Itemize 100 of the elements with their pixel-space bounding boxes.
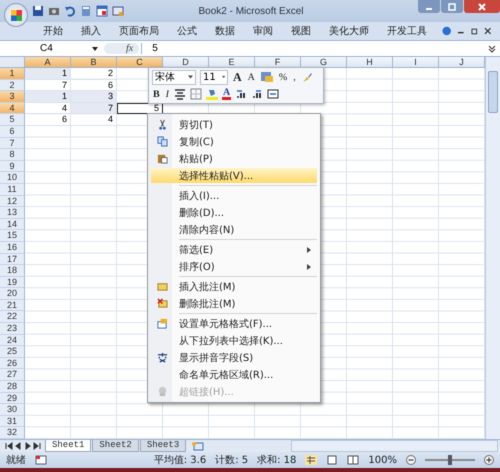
sheet-tab[interactable]: Sheet1	[45, 440, 92, 452]
page-break-icon[interactable]	[347, 455, 360, 465]
form-icon[interactable]	[112, 5, 124, 17]
menu-item[interactable]: 删除(D)...	[150, 204, 318, 221]
bold-button[interactable]: B	[152, 88, 161, 100]
macro-record-icon[interactable]	[35, 455, 47, 465]
close-icon[interactable]	[484, 27, 492, 35]
column-header[interactable]: D	[163, 57, 209, 68]
menu-item[interactable]: 粘贴(P)	[150, 150, 318, 167]
row-header[interactable]: 21	[0, 300, 25, 312]
row-header[interactable]: 32	[0, 427, 25, 439]
comma-button[interactable]: ,	[292, 72, 297, 82]
decrease-decimal-icon[interactable]	[251, 88, 264, 100]
office-button[interactable]	[4, 3, 28, 27]
row-header[interactable]: 13	[0, 207, 25, 219]
insert-function-button[interactable]: fx	[104, 43, 140, 54]
fill-color-icon[interactable]	[206, 88, 218, 100]
undo-icon[interactable]	[64, 5, 76, 17]
row-header[interactable]: 30	[0, 404, 25, 416]
row-header[interactable]: 8	[0, 149, 25, 161]
row-header[interactable]: 14	[0, 218, 25, 230]
vertical-scrollbar[interactable]	[485, 57, 500, 439]
ribbon-tab[interactable]: 视图	[282, 24, 320, 38]
align-center-icon[interactable]	[174, 88, 186, 100]
row-header[interactable]: 4	[0, 102, 25, 114]
zoom-in-icon[interactable]	[484, 455, 494, 465]
merge-cells-icon[interactable]	[267, 88, 280, 100]
minimize-button[interactable]	[418, 0, 440, 13]
menu-item[interactable]: 筛选(E)	[150, 241, 318, 258]
column-header[interactable]: A	[25, 57, 71, 68]
row-header[interactable]: 17	[0, 254, 25, 266]
name-box[interactable]: C4	[0, 43, 92, 54]
ribbon-tab[interactable]: 开始	[34, 24, 72, 38]
row-header[interactable]: 16	[0, 242, 25, 254]
new-sheet-icon[interactable]	[191, 441, 206, 451]
brush-icon[interactable]	[300, 71, 313, 83]
row-header[interactable]: 9	[0, 160, 25, 172]
formula-field[interactable]: 5	[141, 43, 488, 54]
expand-icon[interactable]	[488, 44, 496, 52]
row-header[interactable]: 25	[0, 346, 25, 358]
row-header[interactable]: 7	[0, 138, 25, 150]
ribbon-tab[interactable]: 页面布局	[110, 24, 168, 38]
ribbon-tab[interactable]: 审阅	[244, 24, 282, 38]
increase-decimal-icon[interactable]	[235, 88, 248, 100]
menu-item[interactable]: 插入批注(M)	[150, 278, 318, 295]
row-header[interactable]: 20	[0, 288, 25, 300]
sheet-tab[interactable]: Sheet3	[140, 440, 186, 452]
ribbon-tab[interactable]: 美化大师	[320, 24, 378, 38]
close-button[interactable]	[464, 0, 500, 13]
font-field[interactable]: 宋体	[152, 70, 196, 84]
menu-item[interactable]: 复制(C)	[150, 133, 318, 150]
zoom-slider[interactable]	[448, 455, 452, 465]
row-header[interactable]: 24	[0, 334, 25, 346]
grow-font-button[interactable]: A	[232, 70, 243, 84]
restore-icon[interactable]	[470, 27, 478, 35]
row-header[interactable]: 31	[0, 416, 25, 428]
format-icon[interactable]	[260, 71, 274, 83]
menu-item[interactable]: 命名单元格区域(R)...	[150, 366, 318, 383]
row-header[interactable]: 26	[0, 358, 25, 370]
menu-item[interactable]: 设置单元格格式(F)...	[150, 315, 318, 332]
row-header[interactable]: 5	[0, 114, 25, 126]
row-header[interactable]: 28	[0, 381, 25, 393]
ribbon-tab[interactable]: 数据	[206, 24, 244, 38]
row-header[interactable]: 23	[0, 323, 25, 335]
camera-icon[interactable]	[48, 5, 60, 17]
menu-item[interactable]: 剪切(T)	[150, 116, 318, 133]
percent-button[interactable]: %	[278, 72, 288, 82]
dropdown-icon[interactable]	[92, 46, 98, 50]
font-color-button[interactable]: A	[222, 88, 232, 100]
shrink-font-button[interactable]: A	[246, 72, 256, 82]
column-header[interactable]: F	[255, 57, 301, 68]
ribbon-tab[interactable]: 开发工具	[378, 24, 436, 38]
menu-item[interactable]: 选择性粘贴(V)...	[150, 167, 318, 187]
row-header[interactable]: 27	[0, 369, 25, 382]
row-header[interactable]: 2	[0, 80, 25, 92]
row-header[interactable]: 15	[0, 230, 25, 242]
row-header[interactable]: 11	[0, 184, 25, 196]
page-layout-icon[interactable]	[326, 455, 338, 465]
row-header[interactable]: 29	[0, 392, 25, 404]
column-header[interactable]: H	[347, 57, 393, 68]
maximize-button[interactable]	[441, 0, 463, 13]
menu-item[interactable]: 从下拉列表中选择(K)...	[150, 332, 318, 349]
font-size-field[interactable]: 11	[200, 70, 228, 84]
row-header[interactable]: 12	[0, 196, 25, 208]
column-header[interactable]: B	[71, 57, 117, 68]
zoom-out-icon[interactable]	[406, 455, 416, 465]
save-icon[interactable]	[32, 5, 44, 17]
menu-item[interactable]: 显示拼音字段(S)	[150, 349, 318, 366]
column-header[interactable]: C	[117, 57, 163, 68]
ribbon-tab[interactable]: 插入	[72, 24, 110, 38]
row-header[interactable]: 22	[0, 311, 25, 324]
row-header[interactable]: 18	[0, 265, 25, 277]
row-header[interactable]: 3	[0, 91, 25, 103]
row-header[interactable]: 6	[0, 126, 25, 138]
calculator-icon[interactable]	[80, 5, 92, 17]
italic-button[interactable]: I	[164, 88, 170, 100]
horizontal-scrollbar[interactable]	[291, 440, 498, 452]
ribbon-tab[interactable]: 公式	[168, 24, 206, 38]
normal-view-icon[interactable]	[305, 455, 318, 465]
zoom-level[interactable]: 100%	[368, 454, 397, 466]
